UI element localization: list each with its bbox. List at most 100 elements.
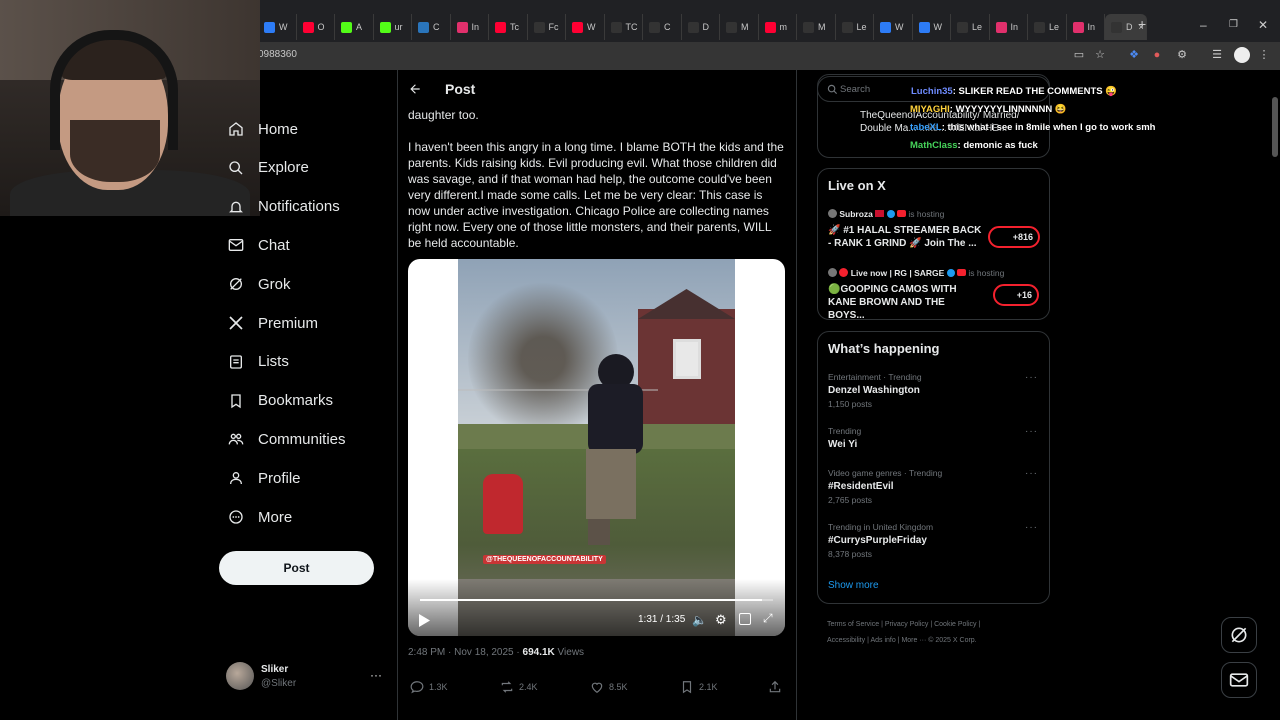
chat-username: Luchin35 bbox=[911, 86, 953, 97]
nav-item-grok[interactable]: Grok bbox=[228, 271, 291, 297]
live-item[interactable]: Subroza is hosting 🚀 #1 HALAL STREAMER B… bbox=[828, 209, 1043, 250]
browser-tab[interactable]: W bbox=[874, 14, 913, 40]
trend-item[interactable]: Trending Wei Yi ··· bbox=[828, 426, 1038, 450]
show-more-link[interactable]: Show more bbox=[828, 580, 879, 591]
trend-item[interactable]: Video game genres · Trending #ResidentEv… bbox=[828, 468, 1038, 505]
nav-item-premium[interactable]: Premium bbox=[228, 310, 318, 336]
x-icon bbox=[610, 21, 622, 33]
nav-item-notifications[interactable]: Notifications bbox=[228, 194, 340, 220]
live-host: Subroza bbox=[839, 209, 873, 219]
messages-fab[interactable] bbox=[1221, 662, 1257, 698]
nav-item-home[interactable]: Home bbox=[228, 116, 298, 142]
reply-count: 1.3K bbox=[429, 682, 448, 692]
like-button[interactable]: 8.5K bbox=[590, 680, 628, 694]
profile-avatar-icon[interactable] bbox=[1234, 47, 1250, 63]
column-divider bbox=[796, 70, 797, 720]
live-badge-icon bbox=[957, 269, 967, 276]
nav-item-communities[interactable]: Communities bbox=[228, 426, 346, 452]
browser-tab[interactable]: W bbox=[258, 14, 297, 40]
sidebar-icon[interactable]: ☰ bbox=[1210, 48, 1224, 62]
compose-post-button[interactable]: Post bbox=[219, 551, 374, 585]
page-scrollbar[interactable] bbox=[1271, 70, 1280, 720]
chat-text: : SLIKER READ THE COMMENTS 😜 bbox=[952, 86, 1118, 97]
tab-label: O bbox=[317, 22, 325, 32]
fullscreen-icon[interactable]: ⤢ bbox=[763, 611, 773, 626]
video-progress-track[interactable] bbox=[420, 599, 773, 601]
new-tab-button[interactable]: + bbox=[1138, 16, 1146, 32]
tab-label: Le bbox=[856, 22, 867, 32]
trend-item[interactable]: Trending in United Kingdom #CurrysPurple… bbox=[828, 522, 1038, 559]
browser-tab[interactable]: ur bbox=[374, 14, 412, 40]
browser-tab[interactable]: Le bbox=[1028, 14, 1067, 40]
share-button[interactable] bbox=[768, 680, 787, 694]
browser-tab[interactable]: In bbox=[451, 14, 489, 40]
puzzle-icon[interactable]: ⚙ bbox=[1175, 48, 1189, 62]
nav-item-chat[interactable]: Chat bbox=[228, 232, 290, 258]
kick-icon bbox=[341, 21, 352, 33]
trend-more-icon[interactable]: ··· bbox=[1025, 426, 1038, 437]
settings-gear-icon[interactable]: ⚙ bbox=[715, 612, 727, 628]
browser-tab[interactable]: M bbox=[797, 14, 836, 40]
browser-tab[interactable]: TC bbox=[605, 14, 643, 40]
nav-label: Chat bbox=[258, 236, 290, 254]
trend-more-icon[interactable]: ··· bbox=[1025, 468, 1038, 479]
nav-item-bookmarks[interactable]: Bookmarks bbox=[228, 388, 333, 414]
browser-tab[interactable]: C bbox=[412, 14, 451, 40]
live-viewer-count[interactable]: +816 bbox=[988, 226, 1040, 248]
trend-more-icon[interactable]: ··· bbox=[1025, 522, 1038, 533]
webcam-overlay bbox=[0, 0, 260, 216]
reply-button[interactable]: 1.3K bbox=[410, 680, 448, 694]
live-item[interactable]: Live now | RG | SARGE is hosting 🟢GOOPIN… bbox=[828, 268, 1043, 322]
browser-tab[interactable]: In bbox=[1067, 14, 1105, 40]
trend-item[interactable]: Entertainment · Trending Denzel Washingt… bbox=[828, 372, 1038, 409]
browser-tab[interactable]: Le bbox=[951, 14, 990, 40]
browser-tab[interactable]: W bbox=[913, 14, 951, 40]
volume-icon[interactable]: 🔈 bbox=[692, 613, 707, 627]
account-more-icon[interactable]: ··· bbox=[370, 668, 382, 682]
browser-tab[interactable]: W bbox=[566, 14, 605, 40]
address-bar[interactable]: 0988360 bbox=[258, 49, 297, 60]
browser-tab[interactable]: C bbox=[643, 14, 682, 40]
grok-fab[interactable] bbox=[1221, 617, 1257, 653]
nav-item-lists[interactable]: Lists bbox=[228, 349, 289, 375]
browser-tab[interactable]: Tc bbox=[489, 14, 528, 40]
nav-item-explore[interactable]: Explore bbox=[228, 155, 309, 181]
minimize-icon[interactable]: – bbox=[1200, 18, 1207, 32]
picture-in-picture-icon[interactable] bbox=[739, 613, 751, 625]
post-header: Post bbox=[398, 70, 796, 108]
video-watermark: @THEQUEENOFACCOUNTABILITY bbox=[483, 555, 606, 564]
youtube-icon bbox=[572, 21, 583, 33]
browser-tab[interactable]: Fc bbox=[528, 14, 566, 40]
search-icon bbox=[229, 161, 243, 175]
scrollbar-thumb[interactable] bbox=[1272, 97, 1278, 157]
cast-icon[interactable]: ▭ bbox=[1072, 48, 1086, 62]
nav-item-more[interactable]: More bbox=[228, 504, 292, 530]
extension-bluesky-icon[interactable]: ❖ bbox=[1127, 48, 1141, 62]
nav-label: Premium bbox=[258, 314, 319, 332]
menu-icon[interactable]: ⋮ bbox=[1257, 48, 1271, 62]
browser-tab[interactable]: D bbox=[682, 14, 720, 40]
play-icon[interactable] bbox=[418, 614, 430, 627]
close-window-icon[interactable]: ✕ bbox=[1258, 18, 1268, 32]
tab-label: M bbox=[741, 22, 749, 32]
footer-links[interactable]: Terms of Service | Privacy Policy | Cook… bbox=[827, 617, 1047, 649]
maximize-icon[interactable]: ❐ bbox=[1229, 19, 1238, 30]
back-arrow-icon[interactable] bbox=[408, 82, 422, 96]
chat-username: MIYAGHI bbox=[910, 104, 950, 115]
browser-tab[interactable]: M bbox=[720, 14, 759, 40]
browser-tab[interactable]: m bbox=[759, 14, 797, 40]
extension-icon[interactable]: ● bbox=[1150, 48, 1164, 62]
browser-tab[interactable]: In bbox=[990, 14, 1028, 40]
post-video[interactable]: @THEQUEENOFACCOUNTABILITY 1:31 / 1:35 🔈 … bbox=[408, 259, 785, 636]
browser-tab[interactable]: Le bbox=[836, 14, 874, 40]
nav-item-profile[interactable]: Profile bbox=[228, 465, 301, 491]
post-timestamp[interactable]: 2:48 PM · Nov 18, 2025 · bbox=[408, 647, 520, 658]
live-badge-icon bbox=[897, 210, 907, 217]
bookmark-button[interactable]: 2.1K bbox=[680, 680, 718, 694]
star-icon[interactable]: ☆ bbox=[1093, 48, 1107, 62]
repost-button[interactable]: 2.4K bbox=[500, 680, 538, 694]
live-viewer-count[interactable]: +16 bbox=[993, 284, 1039, 306]
browser-tab[interactable]: A bbox=[335, 14, 374, 40]
browser-tab[interactable]: O bbox=[297, 14, 335, 40]
trend-more-icon[interactable]: ··· bbox=[1025, 372, 1038, 383]
